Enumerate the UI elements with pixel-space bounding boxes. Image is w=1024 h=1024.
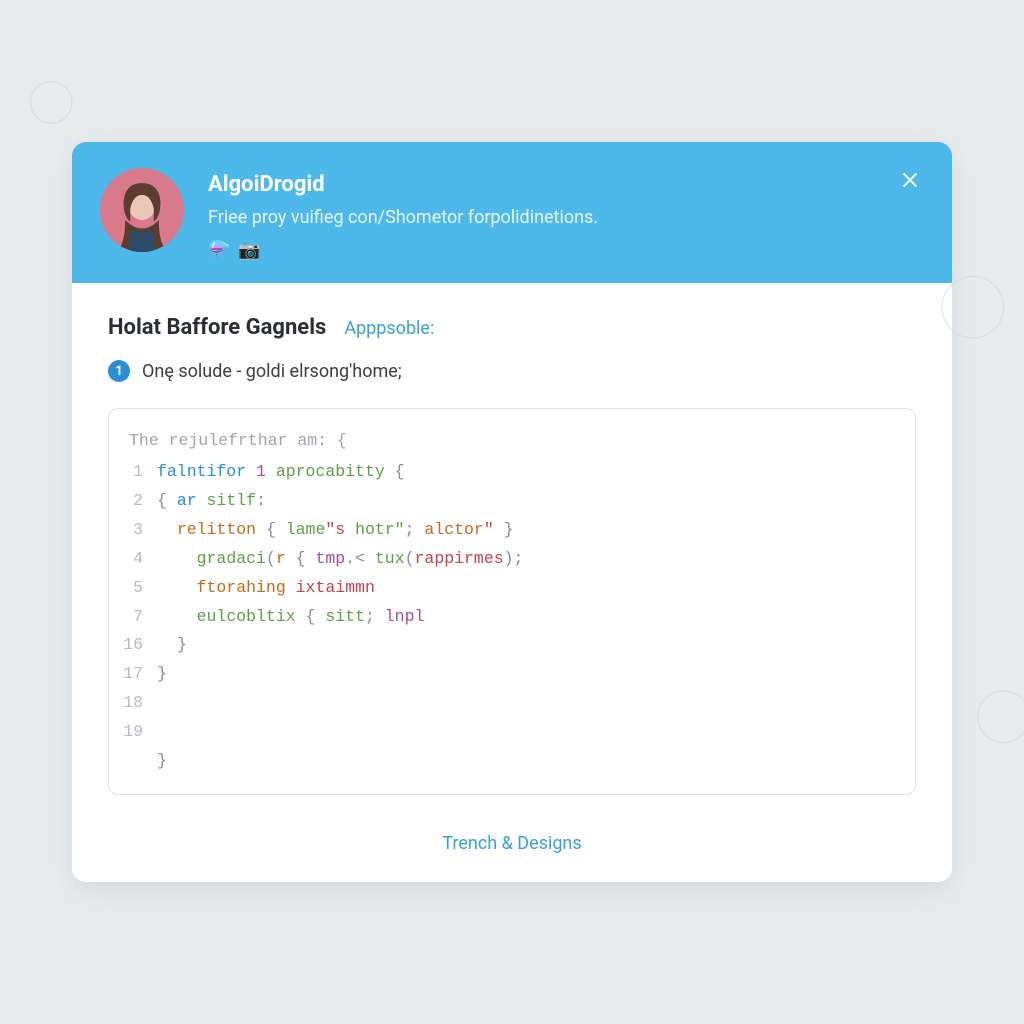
line-number: 18 <box>123 689 157 718</box>
line-number <box>123 747 157 776</box>
code-comment: The rejulefrthar am: { <box>123 427 895 456</box>
code-content: } <box>157 631 187 660</box>
code-content: eulcobltix { sitt; lnpl <box>157 603 424 632</box>
code-block: The rejulefrthar am: { 1falntifor 1 apro… <box>108 408 916 795</box>
dialog-body: Holat Baffore Gagnels Apppsoble: 1 Onę s… <box>72 283 952 813</box>
dialog-footer: Trench & Designs <box>72 813 952 882</box>
line-number: 4 <box>123 545 157 574</box>
line-number: 7 <box>123 603 157 632</box>
code-line: } <box>123 747 895 776</box>
tagline: Friee proy vuifieg con/Shometor forpolid… <box>208 207 918 228</box>
title-row: Holat Baffore Gagnels Apppsoble: <box>108 315 916 340</box>
code-line: 1falntifor 1 aprocabitty { <box>123 458 895 487</box>
code-content: } <box>157 660 167 689</box>
code-line: 18 <box>123 689 895 718</box>
line-number: 5 <box>123 574 157 603</box>
line-number: 16 <box>123 631 157 660</box>
step-number-badge: 1 <box>108 360 130 382</box>
code-line: 19 <box>123 718 895 747</box>
code-content: } <box>157 747 167 776</box>
code-line: 4 gradaci(r { tmp.< tux(rappirmes); <box>123 545 895 574</box>
line-number: 19 <box>123 718 157 747</box>
header-text: AlgoiDrogid Friee proy vuifieg con/Shome… <box>208 168 918 261</box>
code-line: 17} <box>123 660 895 689</box>
code-line: 2{ ar sitlf: <box>123 487 895 516</box>
close-button[interactable] <box>896 166 924 194</box>
code-content: gradaci(r { tmp.< tux(rappirmes); <box>157 545 523 574</box>
footer-link[interactable]: Trench & Designs <box>442 833 581 854</box>
flask-icon: ⚗️ <box>208 240 230 261</box>
code-content: relitton { lame"s hotr"; alctor" } <box>157 516 514 545</box>
line-number: 1 <box>123 458 157 487</box>
code-content: ftorahing ixtaimmn <box>157 574 375 603</box>
line-number: 3 <box>123 516 157 545</box>
camera-icon: 📷 <box>238 240 260 261</box>
code-line: 16 } <box>123 631 895 660</box>
line-number: 2 <box>123 487 157 516</box>
step-text: Onę solude - goldi elrsong'home; <box>142 361 402 382</box>
code-line: 7 eulcobltix { sitt; lnpl <box>123 603 895 632</box>
code-lines: 1falntifor 1 aprocabitty {2{ ar sitlf:3 … <box>123 458 895 776</box>
code-line: 3 relitton { lame"s hotr"; alctor" } <box>123 516 895 545</box>
dialog-header: AlgoiDrogid Friee proy vuifieg con/Shome… <box>72 142 952 283</box>
dialog-card: AlgoiDrogid Friee proy vuifieg con/Shome… <box>72 142 952 882</box>
line-number: 17 <box>123 660 157 689</box>
code-content: { ar sitlf: <box>157 487 266 516</box>
close-icon <box>899 169 921 191</box>
section-title: Holat Baffore Gagnels <box>108 315 326 340</box>
code-line: 5 ftorahing ixtaimmn <box>123 574 895 603</box>
code-content: falntifor 1 aprocabitty { <box>157 458 405 487</box>
avatar <box>100 168 184 252</box>
step-row: 1 Onę solude - goldi elrsong'home; <box>108 360 916 382</box>
badges-row: ⚗️ 📷 <box>208 240 918 261</box>
section-sublink[interactable]: Apppsoble: <box>344 318 434 339</box>
username: AlgoiDrogid <box>208 172 918 197</box>
